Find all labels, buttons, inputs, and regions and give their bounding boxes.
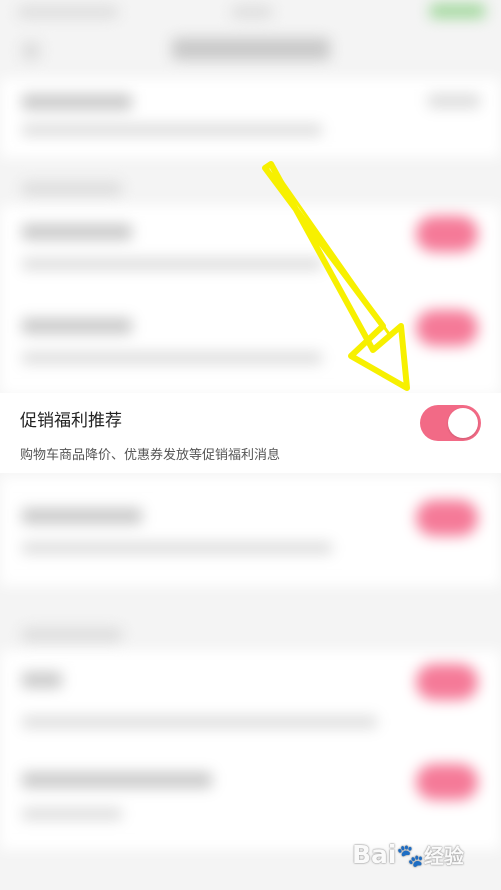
setting-row-promotion[interactable]: 促销福利推荐 购物车商品降价、优惠券发放等促销福利消息	[0, 393, 501, 473]
watermark-brand: Bai	[352, 840, 397, 869]
settings-row[interactable]	[0, 78, 501, 158]
row-description	[22, 542, 332, 554]
row-description	[22, 808, 122, 820]
baidu-jingyan-watermark: Bai🐾经验	[352, 834, 492, 880]
row-title	[22, 672, 62, 688]
annotation-arrow-icon	[262, 161, 410, 391]
section-header	[22, 628, 122, 642]
status-bar-time	[232, 6, 272, 18]
promotion-toggle-switch[interactable]	[420, 405, 481, 441]
toggle-switch[interactable]	[416, 764, 478, 800]
toggle-switch[interactable]	[416, 664, 478, 700]
setting-title: 促销福利推荐	[20, 411, 122, 431]
row-title	[22, 224, 132, 240]
row-title	[22, 508, 142, 524]
toggle-switch[interactable]	[416, 500, 478, 536]
row-title	[22, 772, 212, 788]
section-header	[22, 182, 122, 196]
row-description	[22, 124, 322, 136]
status-bar-battery	[430, 4, 485, 18]
toggle-switch[interactable]	[416, 310, 478, 346]
back-icon[interactable]	[22, 42, 40, 60]
status-bar-carrier	[18, 6, 118, 18]
row-description	[22, 716, 377, 728]
row-value	[428, 94, 480, 108]
paw-icon: 🐾	[396, 844, 424, 869]
toggle-switch[interactable]	[416, 216, 478, 252]
page-title	[172, 38, 330, 60]
toggle-knob	[448, 408, 478, 438]
row-title	[22, 94, 132, 110]
watermark-suffix: 经验	[423, 844, 464, 868]
setting-description: 购物车商品降价、优惠券发放等促销福利消息	[20, 448, 281, 463]
row-title	[22, 318, 132, 334]
